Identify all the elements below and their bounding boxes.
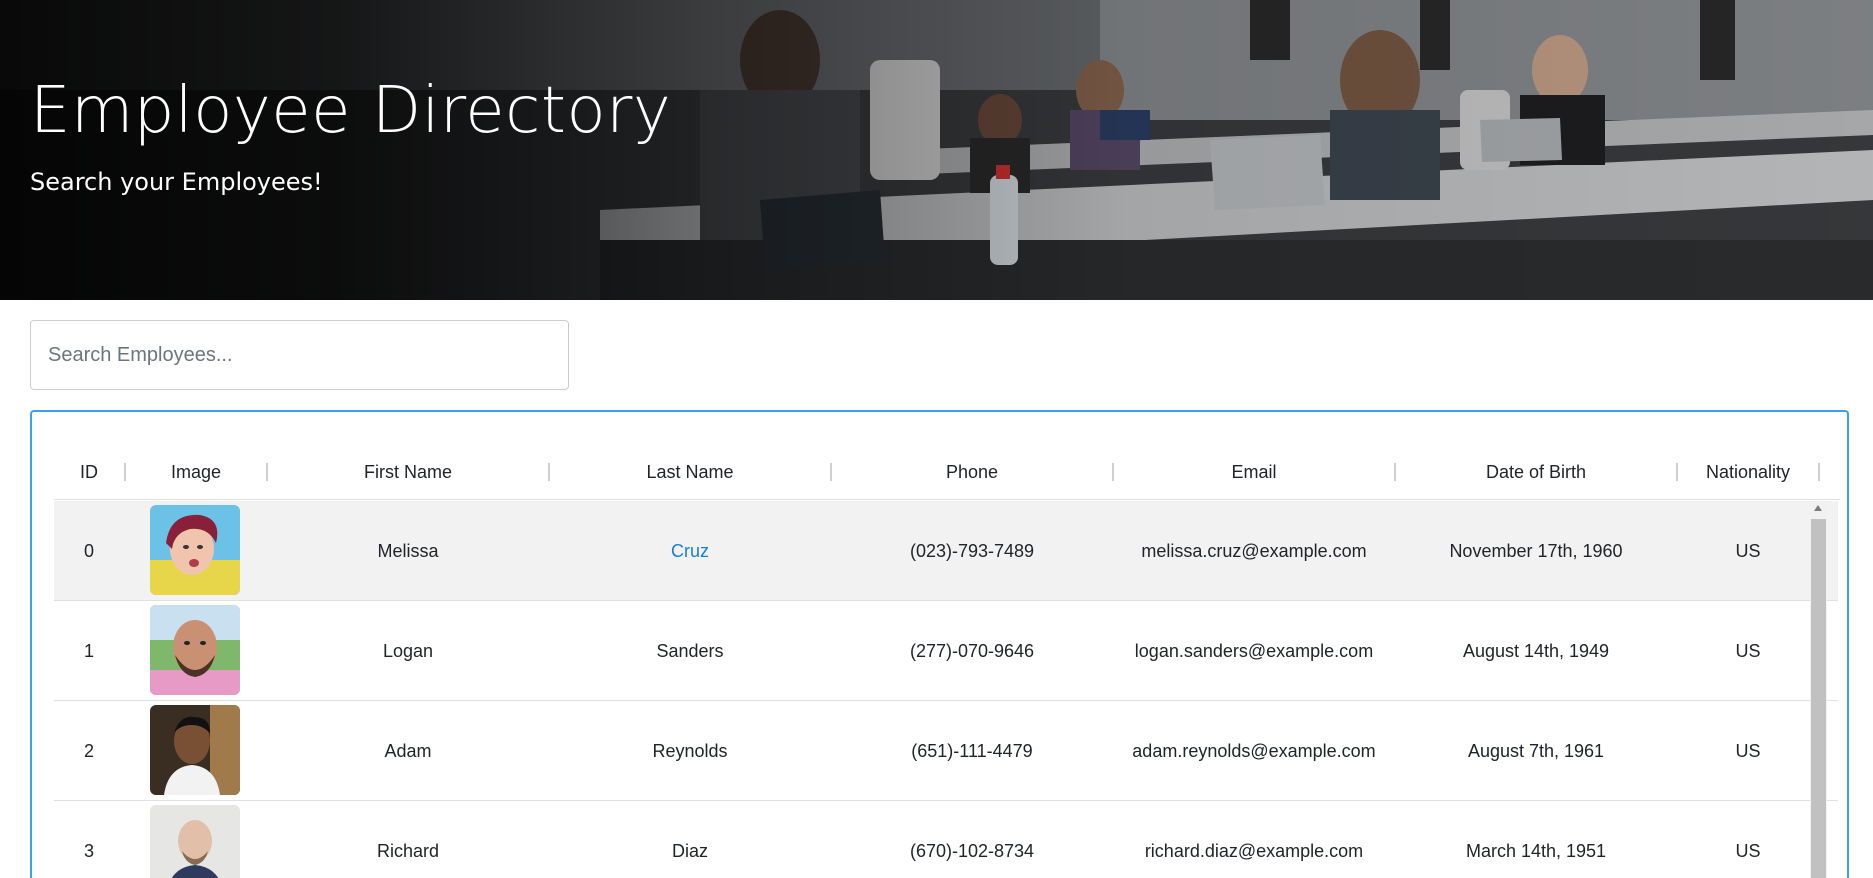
- cell-id: 3: [83, 840, 94, 861]
- table-header: ID Image First Name Last Name Phone Emai…: [54, 444, 1840, 500]
- scrollbar-thumb[interactable]: [1811, 519, 1826, 878]
- column-header-phone[interactable]: Phone: [832, 444, 1112, 500]
- column-header-first-name[interactable]: First Name: [268, 444, 548, 500]
- hero-banner: Employee Directory Search your Employees…: [0, 0, 1873, 300]
- column-header-email[interactable]: Email: [1114, 444, 1394, 500]
- page-subtitle: Search your Employees!: [30, 168, 323, 196]
- cell-date-of-birth: November 17th, 1960: [1449, 540, 1623, 561]
- table-row[interactable]: 0 Melissa Cruz (023)-793-7489 melissa.cr…: [54, 501, 1838, 601]
- page-title: Employee Directory: [30, 74, 672, 148]
- column-header-date-of-birth[interactable]: Date of Birth: [1396, 444, 1676, 500]
- table-scrollbar[interactable]: [1810, 501, 1827, 878]
- cell-nationality: US: [1735, 840, 1761, 861]
- cell-first-name: Richard: [376, 840, 440, 861]
- cell-date-of-birth: August 7th, 1961: [1467, 740, 1605, 761]
- cell-last-name: Reynolds: [652, 740, 728, 761]
- cell-email: adam.reynolds@example.com: [1132, 740, 1376, 761]
- cell-last-name-link[interactable]: Cruz: [550, 501, 830, 601]
- hero-overlay: [0, 0, 1873, 300]
- cell-last-name: Sanders: [656, 640, 724, 661]
- cell-phone: (023)-793-7489: [909, 540, 1035, 561]
- column-header-last-name[interactable]: Last Name: [550, 444, 830, 500]
- cell-phone: (277)-070-9646: [909, 640, 1035, 661]
- column-divider: [1818, 463, 1820, 481]
- cell-id: 2: [83, 740, 94, 761]
- table-row[interactable]: 1 Logan Sanders (277)-070-9646 logan.san…: [54, 601, 1838, 701]
- cell-email: logan.sanders@example.com: [1134, 640, 1374, 661]
- table-row[interactable]: 2 Adam Reynolds (651)-111-4479 adam.reyn…: [54, 701, 1838, 801]
- cell-last-name: Diaz: [671, 840, 708, 861]
- cell-nationality: US: [1735, 640, 1761, 661]
- cell-first-name: Logan: [382, 640, 434, 661]
- cell-first-name: Adam: [384, 740, 432, 761]
- employee-avatar: [150, 505, 240, 595]
- cell-first-name: Melissa: [377, 540, 439, 561]
- cell-email: richard.diaz@example.com: [1144, 840, 1364, 861]
- employee-avatar: [150, 705, 240, 795]
- cell-nationality: US: [1735, 740, 1761, 761]
- cell-id: 0: [83, 540, 94, 561]
- column-header-id[interactable]: ID: [54, 444, 124, 500]
- cell-date-of-birth: March 14th, 1951: [1465, 840, 1607, 861]
- cell-date-of-birth: August 14th, 1949: [1462, 640, 1610, 661]
- scroll-up-arrow-icon[interactable]: [1814, 505, 1822, 511]
- cell-nationality: US: [1735, 540, 1761, 561]
- table-row[interactable]: 3 Richard Diaz (670)-102-8734 richard.di…: [54, 801, 1838, 878]
- cell-phone: (670)-102-8734: [909, 840, 1035, 861]
- cell-id: 1: [83, 640, 94, 661]
- employee-table-card: ID Image First Name Last Name Phone Emai…: [30, 410, 1849, 878]
- employee-avatar: [150, 605, 240, 695]
- cell-email: melissa.cruz@example.com: [1141, 540, 1367, 561]
- column-header-image[interactable]: Image: [126, 444, 266, 500]
- search-input[interactable]: [30, 320, 569, 390]
- employee-avatar: [150, 805, 240, 878]
- cell-phone: (651)-111-4479: [911, 740, 1033, 761]
- column-header-nationality[interactable]: Nationality: [1678, 444, 1818, 500]
